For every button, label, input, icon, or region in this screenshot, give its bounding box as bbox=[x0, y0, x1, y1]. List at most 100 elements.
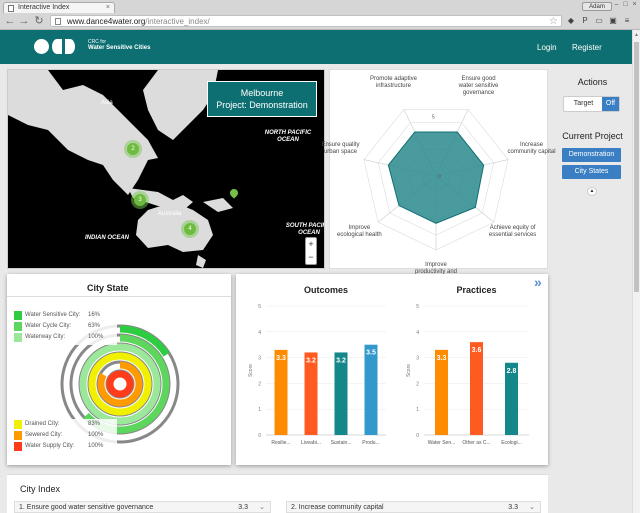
radar-axis-label: Promote adaptive infrastructure bbox=[369, 75, 417, 89]
legend-row: Water Sensitive City: 16% bbox=[14, 311, 114, 320]
map-info-box: Melbourne Project: Demonstration bbox=[207, 81, 317, 117]
browser-tab[interactable]: Interactive Index × bbox=[3, 2, 115, 13]
side-panel: Actions Target Off Current Project Demon… bbox=[553, 69, 632, 269]
y-tick-label: 4 bbox=[416, 330, 419, 336]
login-link[interactable]: Login bbox=[537, 43, 557, 52]
legend-name: Sewered City: bbox=[25, 432, 63, 438]
legend-row: Sewered City: 100% bbox=[14, 431, 114, 440]
city-index-section: City Index 1. Ensure good water sensitiv… bbox=[7, 474, 548, 513]
forward-icon[interactable]: → bbox=[18, 14, 30, 28]
south-pacific-label: SOUTH PACIFIC OCEAN bbox=[285, 223, 324, 236]
bar bbox=[304, 352, 318, 435]
y-tick-label: 2 bbox=[258, 381, 261, 387]
bar bbox=[364, 344, 378, 435]
reload-icon[interactable]: ↻ bbox=[33, 14, 45, 28]
indian-ocean-label: INDIAN OCEAN bbox=[84, 235, 129, 241]
zoom-out-button[interactable]: − bbox=[306, 251, 316, 264]
page-icon bbox=[8, 5, 14, 12]
north-pacific-label: NORTH PACIFIC OCEAN bbox=[264, 130, 312, 143]
close-tab-icon[interactable]: × bbox=[106, 3, 110, 13]
legend-row: Waterway City: 100% bbox=[14, 333, 114, 342]
x-tick-label: Other as C... bbox=[462, 440, 490, 446]
radar-axis-label: Achieve equity of essential services bbox=[488, 225, 537, 239]
tab-title: Interactive Index bbox=[18, 4, 70, 11]
target-label[interactable]: Target bbox=[564, 97, 603, 111]
bar bbox=[334, 352, 348, 435]
bar-value-label: 3.3 bbox=[276, 355, 286, 362]
maximize-icon[interactable]: □ bbox=[621, 1, 630, 9]
cast-icon[interactable]: ▣ bbox=[608, 16, 618, 26]
radar-axis-label: Increase community capital bbox=[507, 142, 556, 156]
city-index-row[interactable]: 1. Ensure good water sensitive governanc… bbox=[14, 501, 271, 513]
current-project-title: Current Project bbox=[562, 131, 623, 141]
ring-fill bbox=[106, 370, 134, 398]
bar-value-label: 3.2 bbox=[306, 357, 316, 364]
legend-value: 100% bbox=[88, 443, 104, 449]
menu-icon[interactable]: ≡ bbox=[622, 16, 632, 26]
register-link[interactable]: Register bbox=[572, 43, 602, 52]
legend-value: 83% bbox=[88, 421, 101, 427]
bar bbox=[274, 349, 288, 435]
map-cluster[interactable]: 2 bbox=[124, 140, 142, 158]
map-cluster[interactable]: 4 bbox=[181, 220, 199, 238]
radar-axis-label: Ensure quality urban space bbox=[321, 142, 360, 156]
world-map[interactable]: Asia Australia NORTH PACIFIC OCEAN INDIA… bbox=[7, 69, 325, 269]
city-index-row[interactable]: 2. Increase community capital 3.3 ⌄ bbox=[286, 501, 541, 513]
legend-swatch bbox=[14, 311, 22, 320]
demonstration-button[interactable]: Demonstration bbox=[562, 148, 621, 162]
y-tick-label: 1 bbox=[416, 407, 419, 413]
zoom-control[interactable]: + − bbox=[305, 237, 317, 265]
x-tick-label: Sustain... bbox=[331, 440, 352, 446]
back-icon[interactable]: ← bbox=[4, 14, 16, 28]
page-icon bbox=[55, 18, 61, 25]
radar-tick: 0 bbox=[438, 174, 441, 180]
layers-icon[interactable]: ◆ bbox=[566, 16, 576, 26]
expand-chevron-icon[interactable]: » bbox=[534, 274, 542, 290]
minimize-icon[interactable]: – bbox=[612, 1, 621, 9]
radar-area bbox=[387, 131, 485, 224]
legend-swatch bbox=[14, 431, 22, 440]
address-bar[interactable]: www.dance4water.org/interactive_index/ ☆ bbox=[50, 15, 562, 27]
legend-name: Water Sensitive City: bbox=[25, 312, 81, 318]
pocket-icon[interactable]: ▭ bbox=[594, 16, 604, 26]
legend-value: 63% bbox=[88, 323, 101, 329]
collapse-caret-icon[interactable]: ▲ bbox=[587, 187, 597, 196]
chevron-down-icon[interactable]: ⌄ bbox=[259, 502, 265, 513]
legend-box: Drained City: 83% Sewered City: 100% Water S… bbox=[13, 419, 117, 454]
y-tick-label: 5 bbox=[416, 304, 419, 310]
legend-name: Water Supply City: bbox=[25, 443, 75, 449]
off-label[interactable]: Off bbox=[602, 97, 619, 111]
user-badge[interactable]: Adam bbox=[582, 2, 612, 11]
site-header: CRC for Water Sensitive Cities Login Reg… bbox=[0, 30, 632, 64]
chevron-down-icon[interactable]: ⌄ bbox=[529, 502, 535, 513]
x-tick-label: Liveabi... bbox=[301, 440, 321, 446]
close-window-icon[interactable]: × bbox=[630, 1, 639, 9]
city-states-button[interactable]: City States bbox=[562, 165, 621, 179]
bookmark-star-icon[interactable]: ☆ bbox=[549, 16, 558, 27]
target-toggle[interactable]: Target Off bbox=[563, 96, 620, 112]
radar-axis-label: Improve ecological health bbox=[337, 225, 382, 239]
legend-name: Waterway City: bbox=[25, 334, 66, 340]
australia-label: Australia bbox=[158, 211, 182, 217]
legend-swatch bbox=[14, 333, 22, 342]
map-cluster[interactable]: 3 bbox=[131, 191, 149, 209]
legend-name: Water Cycle City: bbox=[25, 323, 72, 329]
zoom-in-button[interactable]: + bbox=[306, 238, 316, 251]
url-path: /interactive_index/ bbox=[145, 17, 210, 26]
y-tick-label: 3 bbox=[258, 356, 261, 362]
x-tick-label: Ecologi... bbox=[501, 440, 522, 446]
page-scrollbar[interactable]: ▲ bbox=[632, 30, 640, 513]
legend-row: Drained City: 83% bbox=[14, 420, 114, 429]
y-tick-label: 0 bbox=[416, 433, 419, 439]
bar-value-label: 3.3 bbox=[437, 355, 447, 362]
asia-label: Asia bbox=[101, 100, 113, 106]
chart-title: Practices bbox=[456, 285, 496, 295]
legend-value: 100% bbox=[88, 432, 104, 438]
bar-value-label: 3.5 bbox=[366, 350, 376, 357]
outcomes-practices-panel: Outcomes Score 0 1 2 3 4 5 3.3 Resilie... 3.2 Livea… bbox=[236, 274, 548, 465]
pinterest-icon[interactable]: P bbox=[580, 16, 590, 26]
legend-row: Water Supply City: 100% bbox=[14, 442, 114, 451]
brand-text: CRC for Water Sensitive Cities bbox=[88, 39, 151, 51]
legend-box: Water Sensitive City: 16% Water Cycle City… bbox=[13, 310, 117, 345]
legend-swatch bbox=[14, 322, 22, 331]
